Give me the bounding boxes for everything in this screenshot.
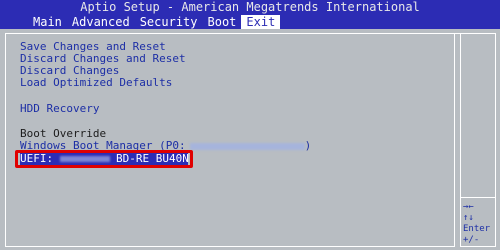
window-title: Aptio Setup - American Megatrends Intern… <box>0 0 500 15</box>
tab-advanced[interactable]: Advanced <box>67 15 135 29</box>
redacted-text <box>189 142 305 150</box>
plus-minus-hint: +/- <box>463 235 480 245</box>
arrows-left-right-hint: →← <box>463 202 474 212</box>
enter-hint: Enter <box>463 224 491 234</box>
load-optimized-defaults-item[interactable]: Load Optimized Defaults <box>20 77 172 89</box>
help-divider <box>461 197 495 198</box>
top-divider <box>5 33 495 34</box>
hdd-recovery-item[interactable]: HDD Recovery <box>20 103 99 115</box>
red-highlight-box <box>15 150 193 168</box>
bios-screen: Aptio Setup - American Megatrends Intern… <box>0 0 500 250</box>
windows-boot-manager-suffix: ) <box>304 139 312 152</box>
tab-exit[interactable]: Exit <box>241 15 281 29</box>
tab-bar: Main Advanced Security Boot Exit <box>0 15 500 29</box>
tab-boot[interactable]: Boot <box>203 15 242 29</box>
arrows-up-down-hint: ↑↓ <box>463 213 474 223</box>
tab-security[interactable]: Security <box>135 15 203 29</box>
tab-main[interactable]: Main <box>28 15 67 29</box>
